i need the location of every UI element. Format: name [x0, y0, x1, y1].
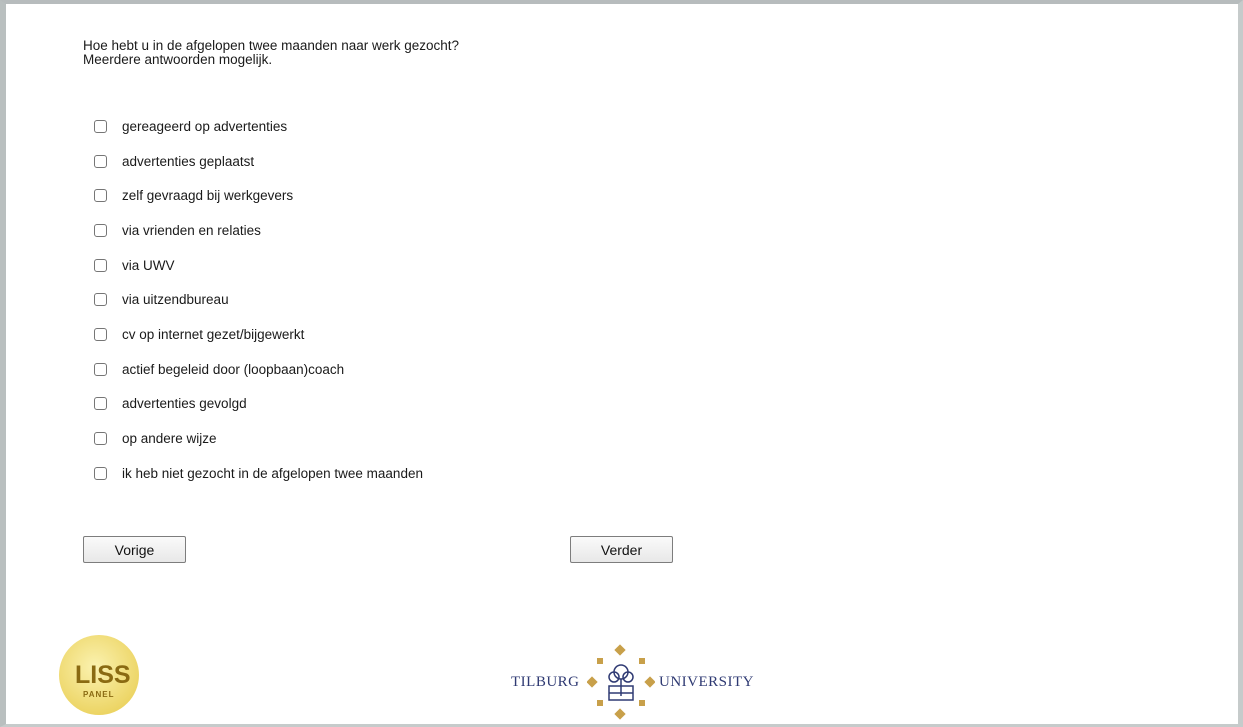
option-checkbox[interactable] — [94, 327, 107, 341]
option-item[interactable]: ik heb niet gezocht in de afgelopen twee… — [94, 456, 423, 491]
option-label[interactable]: advertenties geplaatst — [122, 154, 254, 169]
tilburg-university-logo: TILBURG UNIVERSITY — [511, 644, 771, 720]
question-instruction: Meerdere antwoorden mogelijk. — [83, 52, 273, 67]
option-label[interactable]: via vrienden en relaties — [122, 223, 261, 238]
option-label[interactable]: via uitzendbureau — [122, 292, 229, 307]
answer-options: gereageerd op advertenties advertenties … — [94, 109, 423, 491]
option-item[interactable]: gereageerd op advertenties — [94, 109, 423, 144]
option-checkbox[interactable] — [94, 466, 107, 480]
option-item[interactable]: op andere wijze — [94, 421, 423, 456]
previous-button[interactable]: Vorige — [83, 536, 186, 563]
option-checkbox[interactable] — [94, 362, 107, 376]
tilburg-logo-right-text: UNIVERSITY — [659, 674, 754, 690]
question-title: Hoe hebt u in de afgelopen twee maanden … — [83, 38, 460, 53]
option-item[interactable]: via vrienden en relaties — [94, 213, 423, 248]
tilburg-emblem-icon — [587, 644, 655, 720]
survey-page: Hoe hebt u in de afgelopen twee maanden … — [0, 0, 1243, 727]
option-checkbox[interactable] — [94, 432, 107, 446]
tilburg-logo-left-text: TILBURG — [511, 674, 580, 690]
option-checkbox[interactable] — [94, 223, 107, 237]
option-item[interactable]: advertenties gevolgd — [94, 387, 423, 422]
option-item[interactable]: cv op internet gezet/bijgewerkt — [94, 317, 423, 352]
option-label[interactable]: op andere wijze — [122, 431, 217, 446]
liss-panel-logo: LISS PANEL — [59, 635, 139, 715]
option-label[interactable]: cv op internet gezet/bijgewerkt — [122, 327, 304, 342]
option-checkbox[interactable] — [94, 154, 107, 168]
option-item[interactable]: via UWV — [94, 248, 423, 283]
option-label[interactable]: via UWV — [122, 258, 175, 273]
option-item[interactable]: actief begeleid door (loopbaan)coach — [94, 352, 423, 387]
liss-logo-main-text: LISS — [75, 661, 131, 689]
option-label[interactable]: zelf gevraagd bij werkgevers — [122, 188, 293, 203]
next-button[interactable]: Verder — [570, 536, 673, 563]
option-label[interactable]: ik heb niet gezocht in de afgelopen twee… — [122, 466, 423, 481]
option-item[interactable]: via uitzendbureau — [94, 282, 423, 317]
liss-logo-sub-text: PANEL — [83, 690, 115, 699]
option-checkbox[interactable] — [94, 293, 107, 307]
option-label[interactable]: gereageerd op advertenties — [122, 119, 287, 134]
option-item[interactable]: advertenties geplaatst — [94, 144, 423, 179]
option-label[interactable]: advertenties gevolgd — [122, 396, 247, 411]
option-item[interactable]: zelf gevraagd bij werkgevers — [94, 178, 423, 213]
option-checkbox[interactable] — [94, 397, 107, 411]
option-checkbox[interactable] — [94, 258, 107, 272]
option-checkbox[interactable] — [94, 119, 107, 133]
option-checkbox[interactable] — [94, 189, 107, 203]
option-label[interactable]: actief begeleid door (loopbaan)coach — [122, 362, 344, 377]
question-text: Hoe hebt u in de afgelopen twee maanden … — [83, 39, 459, 67]
